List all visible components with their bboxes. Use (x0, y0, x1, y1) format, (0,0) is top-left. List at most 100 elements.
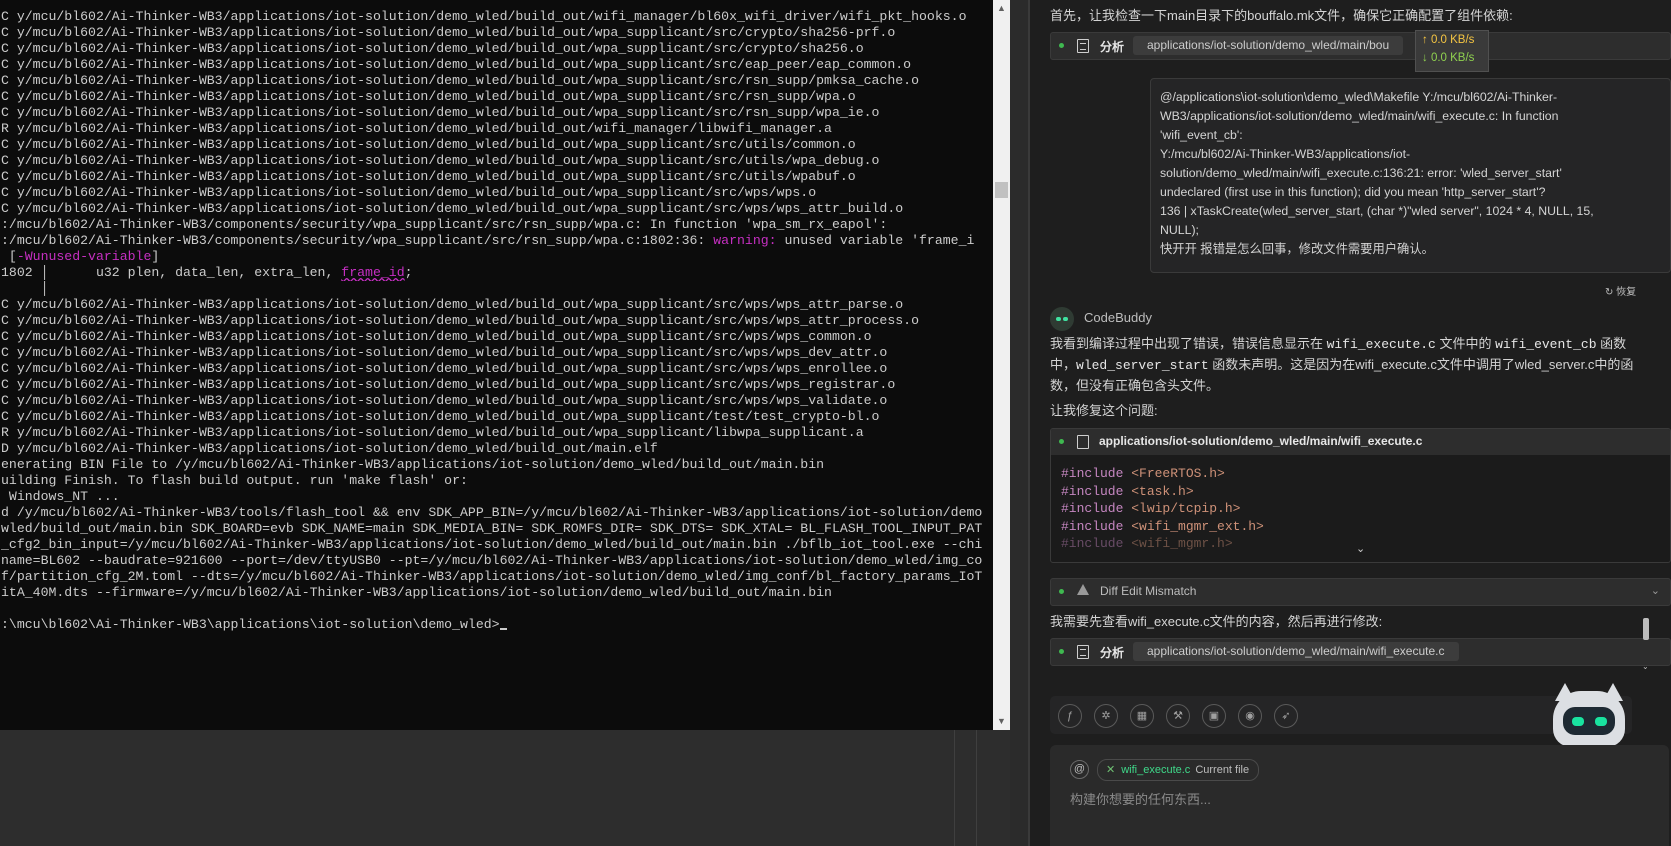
terminal-line: uilding Finish. To flash build output. r… (1, 473, 993, 489)
close-icon[interactable]: ✕ (1106, 764, 1115, 776)
rocket-icon[interactable]: ➶ (1274, 704, 1298, 728)
status-dot (1059, 649, 1064, 654)
terminal-line: C y/mcu/bl602/Ai-Thinker-WB3/application… (1, 345, 993, 361)
context-file-chip[interactable]: ✕ wifi_execute.c Current file (1097, 759, 1260, 781)
scroll-up-icon[interactable]: ▲ (993, 0, 1010, 17)
terminal-text: C y/mcu/bl602/Ai-Thinker-WB3/application… (1, 25, 896, 40)
terminal-text: C y/mcu/bl602/Ai-Thinker-WB3/application… (1, 89, 856, 104)
code-line: #include <wifi_mgmr.h> (1061, 535, 1264, 553)
wand-icon[interactable]: ⚒ (1166, 704, 1190, 728)
terminal-line: d /y/mcu/bl602/Ai-Thinker-WB3/tools/flas… (1, 505, 993, 521)
terminal-text: unused variable 'frame_i (776, 233, 975, 248)
user-message-line: NULL); (1160, 223, 1199, 237)
code-file-path: applications/iot-solution/demo_wled/main… (1099, 434, 1423, 448)
terminal-text: C y/mcu/bl602/Ai-Thinker-WB3/application… (1, 57, 912, 72)
terminal-text: _cfg2_bin_input=/y/mcu/bl602/Ai-Thinker-… (1, 537, 983, 552)
reply-text: 函数未声明。这是因为在wifi_execute.c文件中调用了wled_serv… (1208, 357, 1634, 372)
tool-label: 分析 (1100, 40, 1125, 54)
terminal-text: Windows_NT ... (1, 489, 120, 504)
inline-code: wifi_event_cb (1495, 337, 1597, 352)
code-keyword: #include (1061, 466, 1124, 481)
eye-icon[interactable]: ◉ (1238, 704, 1262, 728)
inline-code: wifi_execute.c (1326, 337, 1436, 352)
followup-message: 我需要先查看wifi_execute.c文件的内容，然后再进行修改: (1050, 614, 1383, 629)
terminal-text: C y/mcu/bl602/Ai-Thinker-WB3/application… (1, 73, 919, 88)
terminal-line: :\mcu\bl602\Ai-Thinker-WB3\applications\… (1, 617, 993, 633)
mascot-eye (1572, 717, 1584, 726)
terminal-cursor (499, 628, 507, 630)
terminal-line: C y/mcu/bl602/Ai-Thinker-WB3/application… (1, 41, 993, 57)
terminal-line: C y/mcu/bl602/Ai-Thinker-WB3/application… (1, 393, 993, 409)
terminal-line: C y/mcu/bl602/Ai-Thinker-WB3/application… (1, 201, 993, 217)
tool-call-analyze[interactable]: 分析 applications/iot-solution/demo_wled/m… (1050, 32, 1671, 60)
diff-edit-mismatch[interactable]: Diff Edit Mismatch ⌄ (1050, 578, 1671, 606)
reply-text: 函数 (1596, 336, 1627, 351)
code-include: <wifi_mgmr_ext.h> (1123, 518, 1264, 534)
code-block-header[interactable]: applications/iot-solution/demo_wled/main… (1051, 429, 1670, 455)
terminal-text: wled/build_out/main.bin SDK_BOARD=evb SD… (1, 521, 983, 536)
code-include: <lwip/tcpip.h> (1123, 501, 1241, 516)
figma-icon[interactable]: ƒ (1058, 704, 1082, 728)
terminal-text: C y/mcu/bl602/Ai-Thinker-WB3/application… (1, 297, 904, 312)
chat-message-intro: 首先，让我检查一下main目录下的bouffalo.mk文件，确保它正确配置了组… (1050, 8, 1513, 23)
terminal-line: C y/mcu/bl602/Ai-Thinker-WB3/application… (1, 329, 993, 345)
terminal-text: C y/mcu/bl602/Ai-Thinker-WB3/application… (1, 345, 888, 360)
terminal-line: C y/mcu/bl602/Ai-Thinker-WB3/application… (1, 105, 993, 121)
reply-text: 我看到编译过程中出现了错误，错误信息显示在 (1050, 336, 1327, 351)
terminal-line: C y/mcu/bl602/Ai-Thinker-WB3/application… (1, 185, 993, 201)
terminal-text: :\mcu\bl602\Ai-Thinker-WB3\applications\… (1, 617, 500, 632)
chip-file-name: wifi_execute.c (1121, 764, 1191, 776)
file-icon (1077, 435, 1089, 449)
diff-label: Diff Edit Mismatch (1100, 584, 1197, 598)
terminal-text: :/mcu/bl602/Ai-Thinker-WB3/components/se… (1, 233, 714, 248)
terminal-line: [-Wunused-variable] (1, 249, 993, 265)
terminal-text: D y/mcu/bl602/Ai-Thinker-WB3/application… (1, 441, 658, 456)
terminal-line: :/mcu/bl602/Ai-Thinker-WB3/components/se… (1, 217, 993, 233)
terminal-text: ] (151, 249, 160, 264)
chevron-down-icon[interactable]: ⌄ (1356, 542, 1365, 555)
reply-text: 中， (1050, 357, 1077, 372)
scrollbar-thumb[interactable] (995, 182, 1008, 198)
chat-input-placeholder[interactable]: 构建你想要的任何东西... (1070, 789, 1211, 808)
chevron-down-icon[interactable]: ⌄ (1651, 584, 1660, 597)
fix-intro: 让我修复这个问题: (1050, 403, 1158, 418)
blocks-icon[interactable]: ▦ (1130, 704, 1154, 728)
panel-gutter (1010, 0, 1028, 846)
editor-background (0, 730, 1010, 846)
tool-path[interactable]: applications/iot-solution/demo_wled/main… (1133, 642, 1459, 661)
avatar-eye (1056, 317, 1061, 321)
terminal-line: R y/mcu/bl602/Ai-Thinker-WB3/application… (1, 121, 993, 137)
code-keyword: #include (1061, 483, 1124, 499)
reply-line-3: 数，但没有正确包含头文件。 (1050, 378, 1220, 393)
file-icon (1077, 645, 1089, 659)
code-line: #include <FreeRTOS.h> (1061, 465, 1264, 483)
tool-call-analyze[interactable]: 分析 applications/iot-solution/demo_wled/m… (1050, 638, 1671, 666)
status-dot (1059, 439, 1064, 444)
scroll-down-icon[interactable]: ▼ (993, 713, 1010, 730)
terminal-text: [ (1, 249, 17, 264)
terminal-window[interactable]: C y/mcu/bl602/Ai-Thinker-WB3/application… (0, 0, 1010, 730)
terminal-line: C y/mcu/bl602/Ai-Thinker-WB3/application… (1, 9, 993, 25)
codebuddy-mascot (1545, 683, 1635, 747)
mascot-face (1563, 707, 1615, 735)
chat-scrollbar[interactable] (1643, 618, 1649, 640)
tool-path[interactable]: applications/iot-solution/demo_wled/main… (1133, 36, 1404, 55)
chat-input-box[interactable]: @ ✕ wifi_execute.c Current file 构建你想要的任何东西… (1050, 745, 1669, 846)
bot-name: CodeBuddy (1084, 310, 1152, 325)
user-message-line: 'wifi_event_cb': (1160, 128, 1243, 142)
scroll-down-icon[interactable]: ⌄ (1642, 662, 1649, 671)
user-message-line: 快开开 报错是怎么回事，修改文件需要用户确认。 (1160, 242, 1434, 256)
inline-code: wled_server_start (1076, 358, 1209, 373)
restore-button[interactable]: ↻ 恢复 (1605, 283, 1636, 298)
code-block[interactable]: applications/iot-solution/demo_wled/main… (1050, 428, 1671, 563)
sparkle-icon[interactable]: ✲ (1094, 704, 1118, 728)
image-icon[interactable]: ▣ (1202, 704, 1226, 728)
terminal-line: name=BL602 --baudrate=921600 --port=/dev… (1, 553, 993, 569)
code-keyword: #include (1061, 501, 1124, 516)
terminal-line: C y/mcu/bl602/Ai-Thinker-WB3/application… (1, 57, 993, 73)
mention-button[interactable]: @ (1070, 760, 1089, 779)
terminal-line: C y/mcu/bl602/Ai-Thinker-WB3/application… (1, 25, 993, 41)
terminal-line: C y/mcu/bl602/Ai-Thinker-WB3/application… (1, 137, 993, 153)
terminal-text: C y/mcu/bl602/Ai-Thinker-WB3/application… (1, 105, 880, 120)
terminal-scrollbar[interactable]: ▲ ▼ (993, 0, 1010, 730)
